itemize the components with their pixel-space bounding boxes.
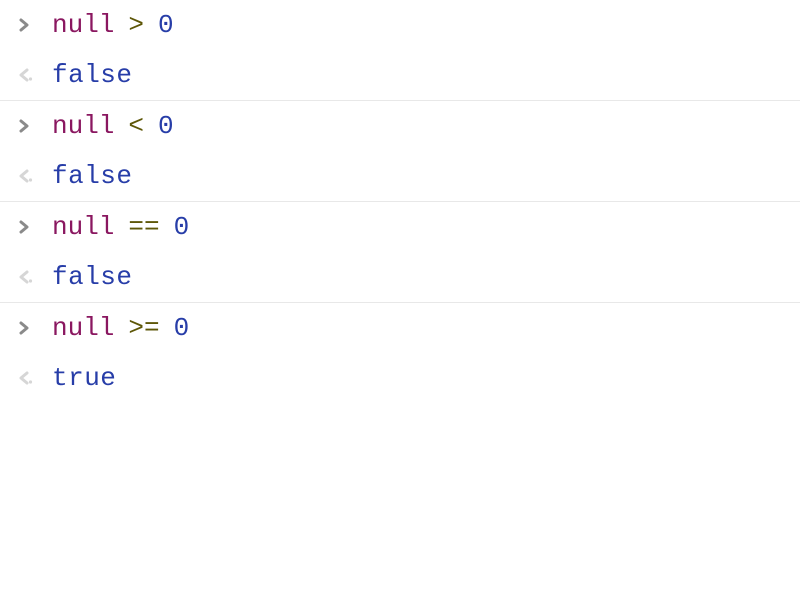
- console-output-value: false: [52, 60, 133, 90]
- console-entry: null == 0 false: [0, 202, 800, 303]
- console-input-code: null == 0: [52, 212, 189, 242]
- console-output-value: false: [52, 262, 133, 292]
- console-output-row: true: [0, 353, 800, 403]
- console-input-code: null > 0: [52, 10, 174, 40]
- token-boolean: false: [52, 60, 133, 90]
- token-keyword: null: [52, 10, 114, 40]
- console-entry: null > 0 false: [0, 0, 800, 101]
- console-output-row: false: [0, 151, 800, 201]
- input-chevron-icon: [16, 320, 52, 336]
- token-operator: <: [128, 111, 144, 141]
- console-entry: null < 0 false: [0, 101, 800, 202]
- console-output-value: true: [52, 363, 116, 393]
- output-chevron-icon: [16, 67, 52, 83]
- token-boolean: false: [52, 161, 133, 191]
- output-chevron-icon: [16, 370, 52, 386]
- input-chevron-icon: [16, 118, 52, 134]
- token-boolean: false: [52, 262, 133, 292]
- output-chevron-icon: [16, 168, 52, 184]
- token-keyword: null: [52, 111, 114, 141]
- input-chevron-icon: [16, 17, 52, 33]
- token-number: 0: [174, 313, 190, 343]
- console-output-value: false: [52, 161, 133, 191]
- console-input-row[interactable]: null < 0: [0, 101, 800, 151]
- console-input-row[interactable]: null >= 0: [0, 303, 800, 353]
- token-operator: >: [128, 10, 144, 40]
- console-input-code: null >= 0: [52, 313, 189, 343]
- console-output-row: false: [0, 50, 800, 100]
- console-input-row[interactable]: null == 0: [0, 202, 800, 252]
- output-chevron-icon: [16, 269, 52, 285]
- console-entry: null >= 0 true: [0, 303, 800, 403]
- token-keyword: null: [52, 212, 114, 242]
- token-operator: ==: [128, 212, 159, 242]
- token-keyword: null: [52, 313, 114, 343]
- console-input-code: null < 0: [52, 111, 174, 141]
- token-number: 0: [174, 212, 190, 242]
- token-number: 0: [158, 10, 174, 40]
- console-input-row[interactable]: null > 0: [0, 0, 800, 50]
- token-number: 0: [158, 111, 174, 141]
- console-output-row: false: [0, 252, 800, 302]
- token-operator: >=: [128, 313, 159, 343]
- input-chevron-icon: [16, 219, 52, 235]
- console-log: null > 0 false null < 0: [0, 0, 800, 403]
- token-boolean: true: [52, 363, 116, 393]
